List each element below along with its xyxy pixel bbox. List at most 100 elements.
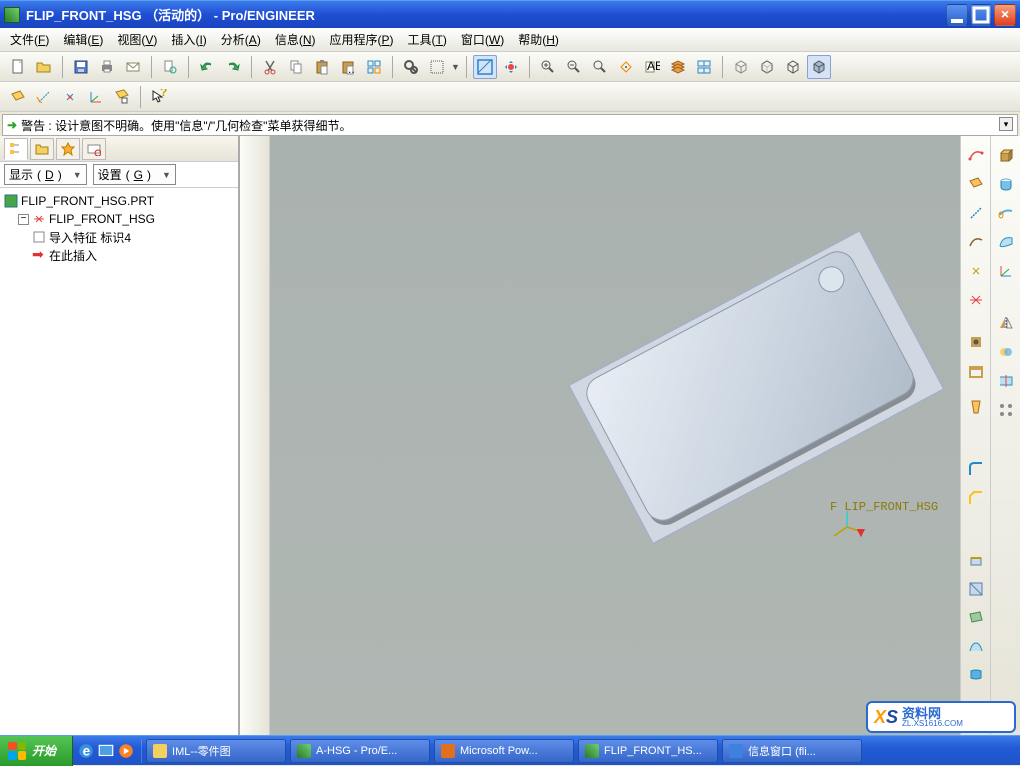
tree-node[interactable]: ➡ 在此插入 — [2, 246, 236, 264]
model-tree-tab[interactable] — [4, 138, 28, 160]
display-dropdown[interactable]: 显示(D)▼ — [4, 164, 87, 185]
print-button[interactable] — [95, 55, 119, 79]
paste-link-button[interactable] — [158, 55, 182, 79]
close-button[interactable]: ✕ — [994, 4, 1016, 26]
start-button[interactable]: 开始 — [0, 736, 73, 766]
find-button[interactable] — [399, 55, 423, 79]
graphics-viewport[interactable]: F LIP_FRONT_HSG ▼ — [270, 136, 960, 735]
tree-root[interactable]: FLIP_FRONT_HSG.PRT — [2, 192, 236, 210]
orient-button[interactable] — [614, 55, 638, 79]
task-button[interactable]: Microsoft Pow... — [434, 739, 574, 763]
datum-csys-display-button[interactable] — [84, 85, 108, 109]
maximize-button[interactable] — [970, 4, 992, 26]
copy-button[interactable] — [284, 55, 308, 79]
trim-button[interactable] — [993, 368, 1019, 394]
tree-node[interactable]: − FLIP_FRONT_HSG — [2, 210, 236, 228]
email-button[interactable] — [121, 55, 145, 79]
thicken-button[interactable] — [963, 663, 989, 689]
plane-button[interactable] — [963, 171, 989, 197]
spin-center-button[interactable] — [499, 55, 523, 79]
display-shaded-button[interactable] — [807, 55, 831, 79]
player-icon[interactable] — [117, 742, 135, 760]
merge-button[interactable] — [993, 339, 1019, 365]
zoom-fit-button[interactable] — [588, 55, 612, 79]
zoom-out-button[interactable] — [562, 55, 586, 79]
view-manager-button[interactable] — [692, 55, 716, 79]
menu-view[interactable]: 视图(V) — [111, 28, 163, 51]
mirror-button[interactable] — [993, 310, 1019, 336]
menu-help[interactable]: 帮助(H) — [512, 28, 565, 51]
tree-node[interactable]: 导入特征 标识4 — [2, 228, 236, 246]
view-mode-button[interactable] — [473, 55, 497, 79]
style-button[interactable] — [993, 258, 1019, 284]
display-hidden-button[interactable] — [755, 55, 779, 79]
minimize-button[interactable] — [946, 4, 968, 26]
boundary-button[interactable] — [963, 634, 989, 660]
cut-button[interactable] — [258, 55, 282, 79]
task-button[interactable]: A-HSG - Pro/E... — [290, 739, 430, 763]
menu-info[interactable]: 信息(N) — [269, 28, 322, 51]
new-button[interactable] — [6, 55, 30, 79]
hole-button[interactable] — [963, 329, 989, 355]
surface-trim-button[interactable] — [963, 605, 989, 631]
paste-special-button[interactable]: .. — [336, 55, 360, 79]
chamfer-button[interactable] — [963, 485, 989, 511]
datum-plane-button[interactable] — [6, 85, 30, 109]
redo-button[interactable] — [221, 55, 245, 79]
menu-insert[interactable]: 插入(I) — [165, 28, 212, 51]
axis-button[interactable] — [963, 200, 989, 226]
revolve-button[interactable] — [993, 171, 1019, 197]
menu-analysis[interactable]: 分析(A) — [215, 28, 267, 51]
point-button[interactable] — [963, 258, 989, 284]
help-pointer-button[interactable]: ? — [147, 85, 171, 109]
display-nohidden-button[interactable] — [781, 55, 805, 79]
ie-icon[interactable]: e — [77, 742, 95, 760]
svg-text:AB: AB — [647, 59, 660, 73]
draft-button[interactable] — [963, 394, 989, 420]
proe-icon — [297, 744, 311, 758]
blend-button[interactable] — [993, 229, 1019, 255]
sketch-button[interactable] — [963, 142, 989, 168]
round-button[interactable] — [963, 456, 989, 482]
settings-dropdown[interactable]: 设置(G)▼ — [93, 164, 176, 185]
folder-icon — [153, 744, 167, 758]
connections-tab[interactable] — [82, 138, 106, 160]
paste-button[interactable] — [310, 55, 334, 79]
expand-icon[interactable]: − — [18, 214, 29, 225]
model-tree[interactable]: FLIP_FRONT_HSG.PRT − FLIP_FRONT_HSG 导入特征… — [0, 188, 238, 735]
menu-tools[interactable]: 工具(T) — [402, 28, 453, 51]
menu-app[interactable]: 应用程序(P) — [324, 28, 400, 51]
shell-button[interactable] — [963, 358, 989, 384]
message-expand-button[interactable]: ▾ — [999, 117, 1013, 131]
csys-button[interactable] — [963, 287, 989, 313]
select-box-button[interactable] — [425, 55, 449, 79]
watermark-url: ZL.XS1616.COM — [902, 720, 963, 728]
select-mode-button[interactable] — [362, 55, 386, 79]
menu-edit[interactable]: 编辑(E) — [57, 28, 109, 51]
layer-button[interactable] — [666, 55, 690, 79]
datum-symbol-button[interactable] — [110, 85, 134, 109]
task-button[interactable]: IML--零件图 — [146, 739, 286, 763]
task-button[interactable]: FLIP_FRONT_HS... — [578, 739, 718, 763]
task-button[interactable]: 信息窗口 (fli... — [722, 739, 862, 763]
datum-axis-display-button[interactable] — [32, 85, 56, 109]
extrude-button[interactable] — [993, 142, 1019, 168]
folder-tab[interactable] — [30, 138, 54, 160]
curve-button[interactable] — [963, 229, 989, 255]
saved-view-button[interactable]: AB — [640, 55, 664, 79]
section-button[interactable] — [963, 576, 989, 602]
desktop-icon[interactable] — [97, 742, 115, 760]
display-wireframe-button[interactable] — [729, 55, 753, 79]
zoom-in-button[interactable] — [536, 55, 560, 79]
undo-button[interactable] — [195, 55, 219, 79]
datum-point-display-button[interactable] — [58, 85, 82, 109]
var-sweep-button[interactable] — [993, 200, 1019, 226]
extrude-prev-button[interactable] — [963, 547, 989, 573]
menu-window[interactable]: 窗口(W) — [455, 28, 510, 51]
menu-file[interactable]: 文件(F) — [4, 28, 55, 51]
sash-strip[interactable] — [240, 136, 270, 735]
pattern-button[interactable] — [993, 397, 1019, 423]
save-button[interactable] — [69, 55, 93, 79]
favorites-tab[interactable] — [56, 138, 80, 160]
open-button[interactable] — [32, 55, 56, 79]
